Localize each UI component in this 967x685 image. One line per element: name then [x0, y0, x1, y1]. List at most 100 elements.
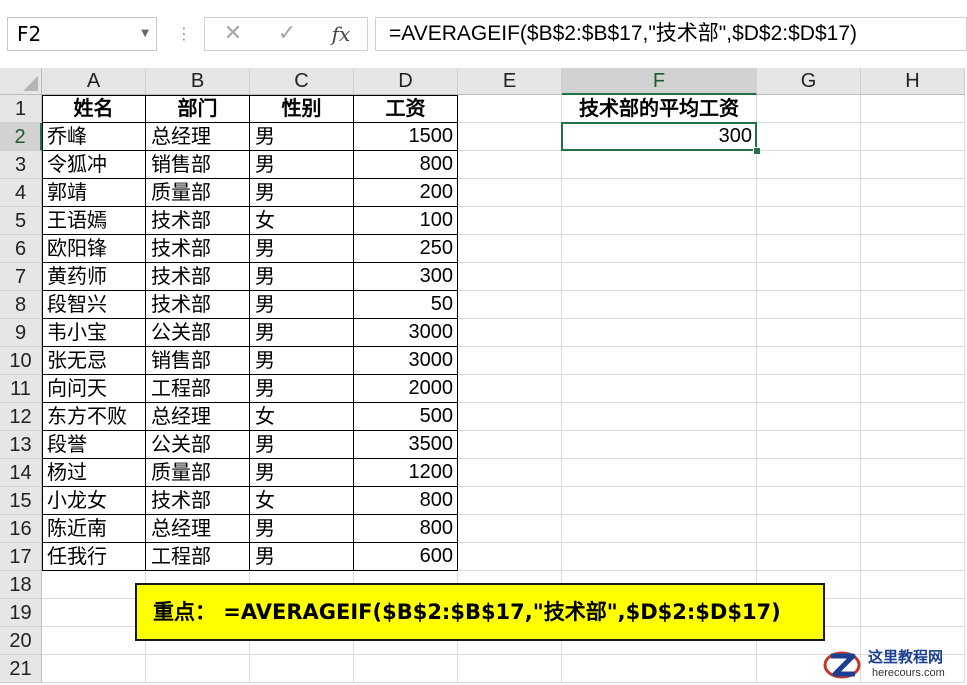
column-header-g[interactable]: G — [757, 68, 861, 95]
row-header-12[interactable]: 12 — [0, 403, 42, 431]
cell-e21[interactable] — [458, 655, 562, 683]
cell-b16[interactable]: 总经理 — [146, 515, 250, 543]
cell-b1[interactable]: 部门 — [146, 95, 250, 123]
cell-a15[interactable]: 小龙女 — [42, 487, 146, 515]
row-header-11[interactable]: 11 — [0, 375, 42, 403]
cell-a11[interactable]: 向问天 — [42, 375, 146, 403]
cell-g15[interactable] — [757, 487, 861, 515]
row-header-4[interactable]: 4 — [0, 179, 42, 207]
cell-g4[interactable] — [757, 179, 861, 207]
row-header-18[interactable]: 18 — [0, 571, 42, 599]
cell-h10[interactable] — [861, 347, 965, 375]
cell-h3[interactable] — [861, 151, 965, 179]
cell-b4[interactable]: 质量部 — [146, 179, 250, 207]
cell-g10[interactable] — [757, 347, 861, 375]
cell-f21[interactable] — [562, 655, 757, 683]
cell-a10[interactable]: 张无忌 — [42, 347, 146, 375]
cell-e13[interactable] — [458, 431, 562, 459]
cell-c4[interactable]: 男 — [250, 179, 354, 207]
cell-e8[interactable] — [458, 291, 562, 319]
cell-c1[interactable]: 性别 — [250, 95, 354, 123]
row-header-14[interactable]: 14 — [0, 459, 42, 487]
row-header-9[interactable]: 9 — [0, 319, 42, 347]
row-header-21[interactable]: 21 — [0, 655, 42, 683]
cell-h4[interactable] — [861, 179, 965, 207]
cell-b3[interactable]: 销售部 — [146, 151, 250, 179]
cell-c15[interactable]: 女 — [250, 487, 354, 515]
cell-f2[interactable]: 300 — [562, 123, 757, 151]
column-header-c[interactable]: C — [250, 68, 354, 95]
column-header-d[interactable]: D — [354, 68, 458, 95]
cell-d5[interactable]: 100 — [354, 207, 458, 235]
row-header-19[interactable]: 19 — [0, 599, 42, 627]
cell-c21[interactable] — [250, 655, 354, 683]
cell-e7[interactable] — [458, 263, 562, 291]
cell-g13[interactable] — [757, 431, 861, 459]
cell-h2[interactable] — [861, 123, 965, 151]
cell-d6[interactable]: 250 — [354, 235, 458, 263]
cell-a7[interactable]: 黄药师 — [42, 263, 146, 291]
cell-c2[interactable]: 男 — [250, 123, 354, 151]
cell-d15[interactable]: 800 — [354, 487, 458, 515]
cell-g16[interactable] — [757, 515, 861, 543]
cell-g5[interactable] — [757, 207, 861, 235]
cell-f9[interactable] — [562, 319, 757, 347]
cell-e14[interactable] — [458, 459, 562, 487]
cell-c8[interactable]: 男 — [250, 291, 354, 319]
cell-d7[interactable]: 300 — [354, 263, 458, 291]
cell-a3[interactable]: 令狐冲 — [42, 151, 146, 179]
column-header-h[interactable]: H — [861, 68, 965, 95]
cell-a6[interactable]: 欧阳锋 — [42, 235, 146, 263]
cell-a5[interactable]: 王语嫣 — [42, 207, 146, 235]
cell-h6[interactable] — [861, 235, 965, 263]
cell-h11[interactable] — [861, 375, 965, 403]
cell-f4[interactable] — [562, 179, 757, 207]
cell-h14[interactable] — [861, 459, 965, 487]
cell-b11[interactable]: 工程部 — [146, 375, 250, 403]
cell-d10[interactable]: 3000 — [354, 347, 458, 375]
cell-a21[interactable] — [42, 655, 146, 683]
cell-h17[interactable] — [861, 543, 965, 571]
cell-b2[interactable]: 总经理 — [146, 123, 250, 151]
cell-f17[interactable] — [562, 543, 757, 571]
row-header-1[interactable]: 1 — [0, 95, 42, 123]
row-header-20[interactable]: 20 — [0, 627, 42, 655]
cell-h12[interactable] — [861, 403, 965, 431]
row-header-8[interactable]: 8 — [0, 291, 42, 319]
cell-g14[interactable] — [757, 459, 861, 487]
cell-h8[interactable] — [861, 291, 965, 319]
select-all-button[interactable] — [0, 68, 42, 95]
formula-bar-grip-icon[interactable]: ⋮ — [176, 22, 192, 46]
cell-d4[interactable]: 200 — [354, 179, 458, 207]
cell-h9[interactable] — [861, 319, 965, 347]
cell-c7[interactable]: 男 — [250, 263, 354, 291]
cell-b7[interactable]: 技术部 — [146, 263, 250, 291]
cell-h15[interactable] — [861, 487, 965, 515]
cell-h16[interactable] — [861, 515, 965, 543]
cell-e17[interactable] — [458, 543, 562, 571]
cell-a18[interactable] — [42, 571, 146, 599]
enter-icon[interactable]: ✓ — [267, 18, 307, 50]
cell-g2[interactable] — [757, 123, 861, 151]
cell-e2[interactable] — [458, 123, 562, 151]
cell-b9[interactable]: 公关部 — [146, 319, 250, 347]
row-header-2[interactable]: 2 — [0, 123, 42, 151]
cell-h7[interactable] — [861, 263, 965, 291]
cell-a9[interactable]: 韦小宝 — [42, 319, 146, 347]
cell-f13[interactable] — [562, 431, 757, 459]
cell-e3[interactable] — [458, 151, 562, 179]
cell-g6[interactable] — [757, 235, 861, 263]
cell-f7[interactable] — [562, 263, 757, 291]
cell-a8[interactable]: 段智兴 — [42, 291, 146, 319]
column-header-b[interactable]: B — [146, 68, 250, 95]
cell-c6[interactable]: 男 — [250, 235, 354, 263]
cell-d14[interactable]: 1200 — [354, 459, 458, 487]
cell-d16[interactable]: 800 — [354, 515, 458, 543]
cell-f1[interactable]: 技术部的平均工资 — [562, 95, 757, 123]
cell-a2[interactable]: 乔峰 — [42, 123, 146, 151]
cell-g8[interactable] — [757, 291, 861, 319]
cell-h19[interactable] — [861, 599, 965, 627]
cell-e9[interactable] — [458, 319, 562, 347]
cell-e5[interactable] — [458, 207, 562, 235]
row-header-13[interactable]: 13 — [0, 431, 42, 459]
